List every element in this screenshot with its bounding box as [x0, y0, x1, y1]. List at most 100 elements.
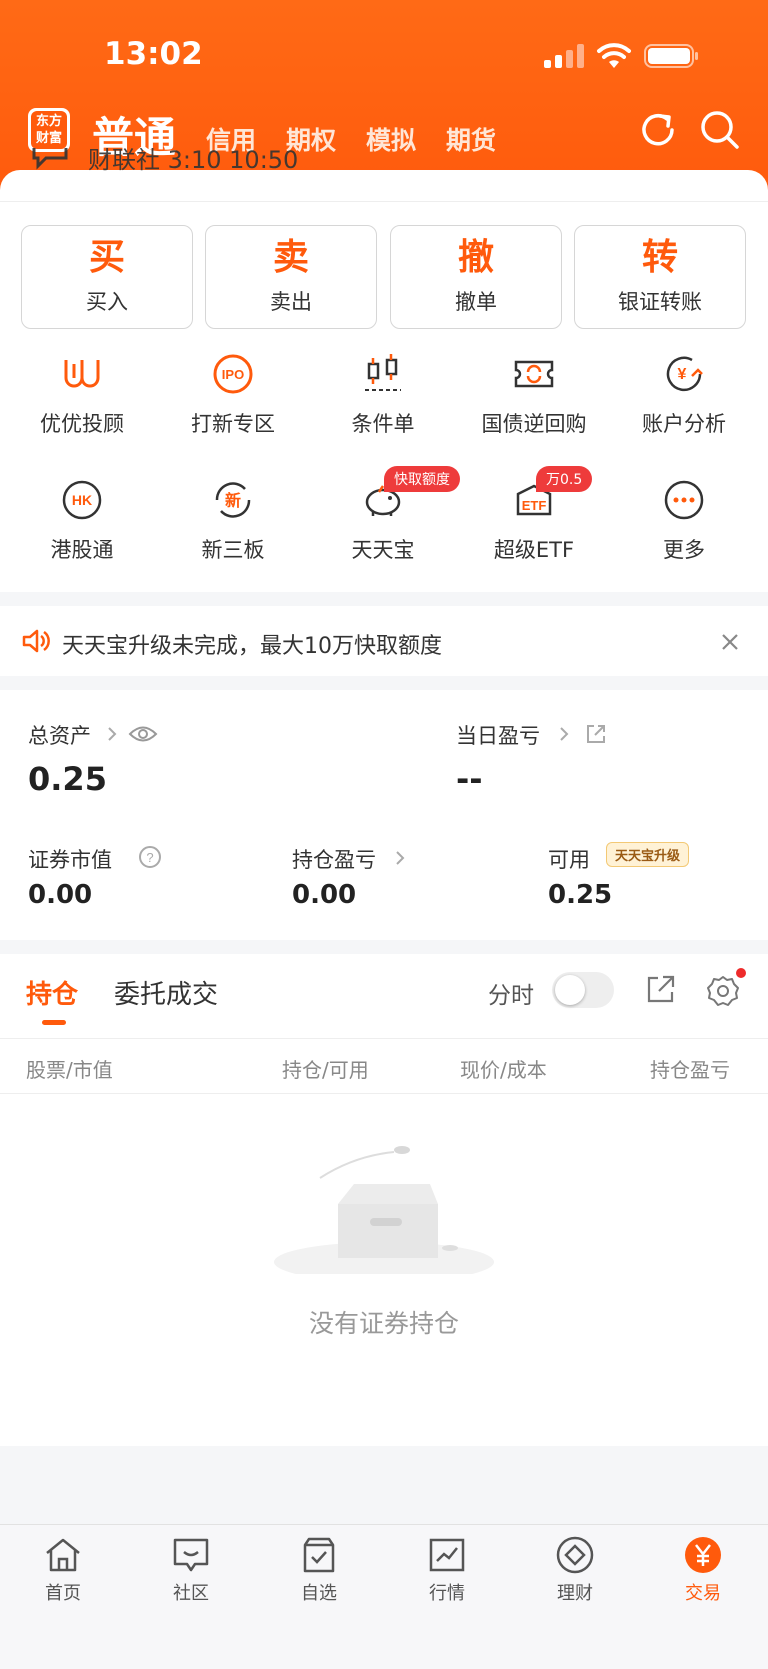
more-label: 更多 [663, 538, 705, 562]
more-icon [664, 480, 704, 520]
uu-advisor-item[interactable]: 优优投顾 [7, 352, 157, 452]
daily-pl-label[interactable]: 当日盈亏 [456, 720, 540, 750]
empty-state-text: 没有证券持仓 [308, 1309, 459, 1338]
battery-icon [644, 44, 698, 68]
column-position: 持仓/可用 [282, 1058, 369, 1082]
buy-button[interactable]: 买 买入 [21, 225, 193, 329]
etf-fee-tag: 万0.5 [536, 466, 593, 492]
tabbar-home[interactable]: 首页 [13, 1535, 113, 1605]
chevron-right-icon [560, 727, 569, 741]
holdings-table-header: 股票/市值 持仓/可用 现价/成本 持仓盈亏 [0, 1038, 768, 1094]
community-icon [173, 1538, 209, 1572]
account-analysis-item[interactable]: ¥ 账户分析 [609, 352, 759, 452]
sell-label: 卖出 [270, 290, 312, 314]
column-pl: 持仓盈亏 [650, 1058, 730, 1082]
ipo-zone-item[interactable]: IPO 打新专区 [158, 352, 308, 452]
cancel-order-button[interactable]: 撤 撤单 [390, 225, 562, 329]
timeshare-toggle[interactable] [552, 972, 614, 1008]
sell-button[interactable]: 卖 卖出 [205, 225, 377, 329]
hk-connect-icon: HK [62, 480, 102, 520]
hk-connect-item[interactable]: HK 港股通 [7, 478, 157, 578]
upgrade-badge[interactable]: 天天宝升级 [606, 842, 690, 867]
settings-gear-icon[interactable] [706, 974, 740, 1008]
sell-glyph: 卖 [272, 237, 309, 278]
eye-icon[interactable] [128, 723, 158, 745]
help-icon[interactable]: ? [138, 845, 162, 869]
more-item[interactable]: 更多 [609, 478, 759, 578]
bank-transfer-button[interactable]: 转 银证转账 [574, 225, 746, 329]
available-value: 0.25 [548, 880, 613, 910]
buy-label: 买入 [86, 290, 128, 314]
super-etf-item[interactable]: ETF 超级ETF [459, 478, 609, 578]
reverse-repo-icon [514, 360, 554, 388]
super-etf-label: 超级ETF [493, 538, 575, 562]
svg-text:HK: HK [72, 492, 92, 508]
empty-box-illustration [274, 1146, 494, 1274]
total-assets-label[interactable]: 总资产 [28, 720, 91, 750]
column-price: 现价/成本 [460, 1058, 547, 1082]
assets-panel: 总资产 0.25 当日盈亏 -- 证券市值 ? 0.00 持仓盈亏 0.00 可… [0, 690, 768, 940]
market-chart-icon [429, 1538, 465, 1572]
logo-text: 东方财富 [31, 111, 67, 149]
position-pl-value: 0.00 [292, 880, 357, 910]
tabbar-trade[interactable]: 交易 [653, 1535, 753, 1605]
neeq-label: 新三板 [201, 538, 265, 562]
buy-glyph: 买 [88, 237, 125, 278]
tabbar-watchlist-label: 自选 [301, 1583, 337, 1604]
svg-text:ETF: ETF [522, 498, 547, 513]
chevron-right-icon [108, 727, 117, 741]
svg-text:IPO: IPO [222, 367, 244, 382]
reverse-repo-item[interactable]: 国债逆回购 [459, 352, 609, 452]
svg-text:?: ? [146, 850, 153, 865]
search-icon[interactable] [698, 108, 742, 152]
daily-pl-value: -- [456, 760, 483, 798]
available-label: 可用 [548, 848, 590, 872]
condition-order-label: 条件单 [351, 412, 415, 436]
close-icon[interactable] [720, 632, 740, 652]
ipo-zone-label: 打新专区 [191, 412, 275, 436]
timeshare-label: 分时 [488, 983, 534, 1009]
tiantianbao-label: 天天宝 [351, 538, 415, 562]
tab-positions[interactable]: 持仓 [26, 974, 78, 1011]
tiantianbao-item[interactable]: 天天宝 [308, 478, 458, 578]
news-ticker-text: 财联社 3:10 10:50 [88, 148, 299, 174]
tabbar-market[interactable]: 行情 [397, 1535, 497, 1605]
notice-bar[interactable]: 天天宝升级未完成，最大10万快取额度 [0, 606, 768, 676]
svg-text:¥: ¥ [678, 366, 687, 383]
tabbar-watchlist[interactable]: 自选 [269, 1535, 369, 1605]
reverse-repo-label: 国债逆回购 [481, 412, 587, 436]
notification-dot [736, 968, 746, 978]
tabbar-home-label: 首页 [45, 1583, 81, 1604]
share-icon[interactable] [584, 722, 608, 746]
trade-yuan-icon [685, 1537, 721, 1573]
tabbar-community-label: 社区 [173, 1583, 209, 1604]
notice-text: 天天宝升级未完成，最大10万快取额度 [62, 634, 442, 659]
chevron-right-icon [396, 851, 405, 865]
column-stock: 股票/市值 [26, 1058, 113, 1082]
cancel-glyph: 撤 [457, 237, 494, 278]
wealth-diamond-icon [556, 1536, 594, 1574]
svg-text:新: 新 [225, 491, 241, 510]
tab-orders[interactable]: 委托成交 [114, 974, 218, 1011]
refresh-icon[interactable] [636, 108, 680, 152]
neeq-item[interactable]: 新 新三板 [158, 478, 308, 578]
condition-order-item[interactable]: 条件单 [308, 352, 458, 452]
wifi-icon [597, 43, 631, 68]
condition-order-icon [365, 354, 401, 391]
speaker-icon [22, 629, 50, 653]
account-analysis-label: 账户分析 [642, 412, 726, 436]
quick-withdraw-tag: 快取额度 [384, 466, 460, 492]
tabbar-wealth[interactable]: 理财 [525, 1535, 625, 1605]
neeq-icon: 新 [215, 482, 251, 518]
cellular-signal-icon [544, 44, 584, 68]
account-analysis-icon: ¥ [666, 356, 703, 392]
tabbar-community[interactable]: 社区 [141, 1535, 241, 1605]
watchlist-icon [303, 1537, 335, 1573]
transfer-label: 银证转账 [618, 290, 702, 314]
tabbar-trade-label: 交易 [685, 1583, 721, 1604]
status-time: 13:02 [104, 36, 203, 72]
position-pl-label[interactable]: 持仓盈亏 [292, 844, 376, 874]
export-icon[interactable] [646, 974, 676, 1004]
tabbar-wealth-label: 理财 [557, 1583, 593, 1604]
bottom-tab-bar: 首页 社区 自选 行情 理财 交易 [0, 1524, 768, 1669]
